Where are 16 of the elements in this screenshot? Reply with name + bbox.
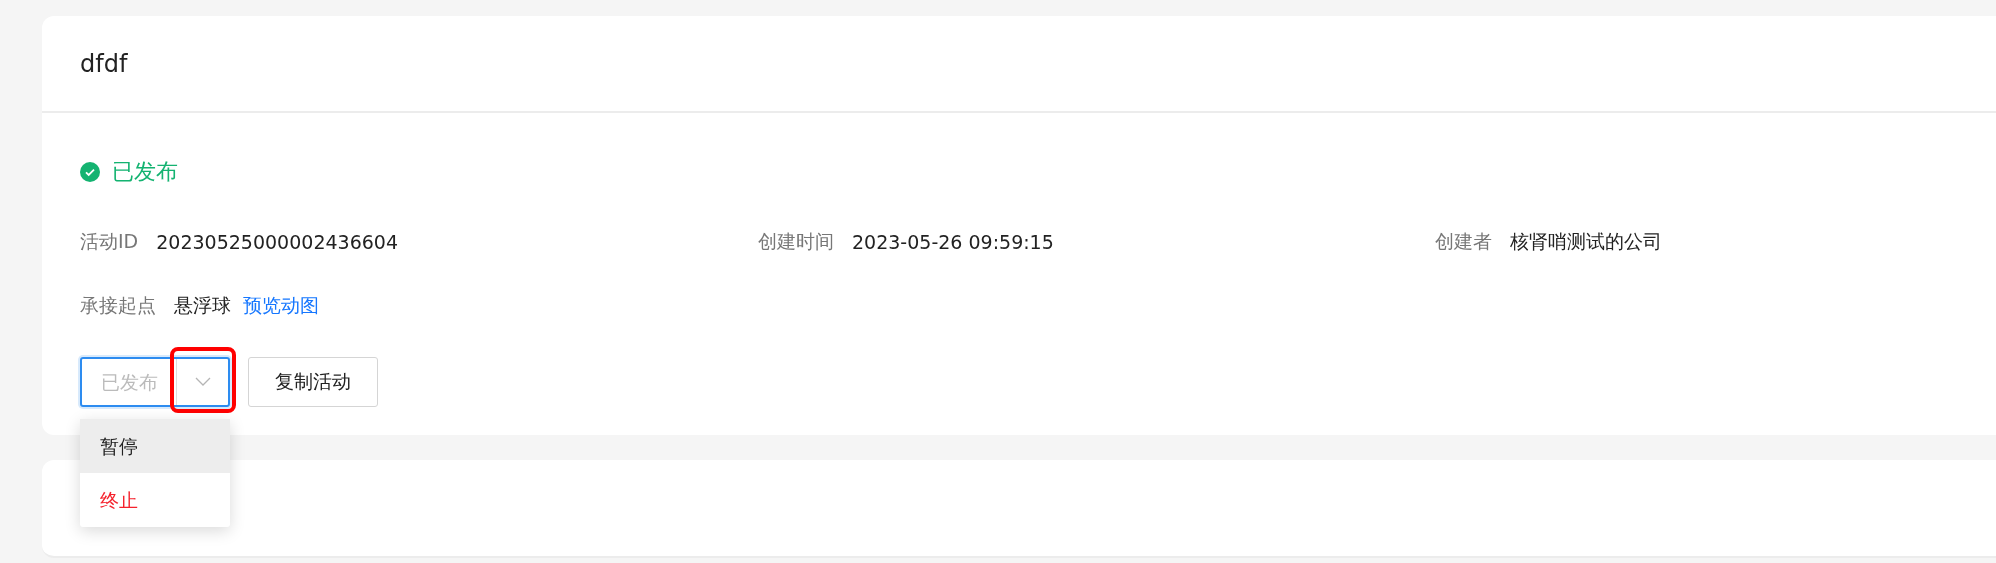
preview-link[interactable]: 预览动图 bbox=[243, 293, 319, 319]
copy-button[interactable]: 复制活动 bbox=[248, 357, 378, 407]
status-label: 已发布 bbox=[112, 158, 178, 186]
menu-item[interactable]: 暂停 bbox=[80, 419, 230, 473]
field-label: 创建时间 bbox=[758, 229, 834, 254]
field-value: 2023-05-26 09:59:15 bbox=[852, 231, 1054, 253]
field-value: 核肾哨测试的公司 bbox=[1510, 229, 1662, 254]
field-value: 20230525000002436604 bbox=[156, 231, 398, 253]
field-label: 活动ID bbox=[80, 229, 139, 254]
field-value: 悬浮球 bbox=[174, 293, 231, 318]
caret-icon bbox=[195, 377, 211, 387]
menu-item[interactable]: 终止 bbox=[80, 473, 230, 527]
field-label: 创建者 bbox=[1435, 229, 1492, 254]
check-circle-icon bbox=[80, 162, 100, 182]
field-label: 承接起点 bbox=[80, 293, 156, 318]
card-title: dfdf bbox=[80, 49, 128, 78]
